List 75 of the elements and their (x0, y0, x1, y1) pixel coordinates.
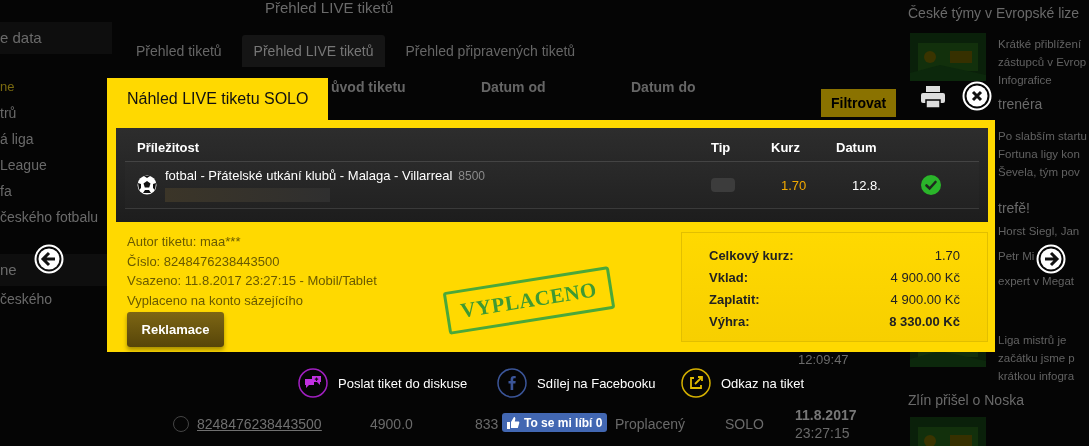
summary-label: Výhra: (709, 313, 750, 331)
thumbs-up-icon (506, 415, 520, 430)
share-link[interactable]: Sdílej na Facebooku (537, 375, 656, 391)
tab[interactable]: Přehled LIVE tiketů (241, 35, 386, 67)
summary-value: 1.70 (934, 247, 960, 265)
ticket-info: Vyplaceno na konto sázejícího (127, 291, 303, 310)
article-text: Infografice (998, 74, 1052, 86)
tab[interactable]: Přehled tiketů (124, 35, 234, 67)
ticket-time: 23:27:15 (795, 424, 851, 442)
ticket-link[interactable]: 8248476238443500 (197, 416, 322, 432)
filter-label: ůvod tiketu (331, 79, 406, 95)
ticket-time: 12:09:47 (798, 352, 849, 367)
table-cell: SOLO (725, 416, 764, 432)
sidebar-item[interactable]: českého (0, 286, 53, 312)
sidebar-item[interactable]: fa (0, 178, 12, 204)
article-heading[interactable]: trenéra (998, 96, 1043, 112)
column-header: Příležitost (137, 140, 200, 155)
article-heading[interactable]: trefě! (998, 200, 1030, 216)
ticket-info: Číslo: 8248476238443500 (127, 252, 280, 271)
summary-value: 8 330.00 Kč (889, 313, 960, 331)
sidebar-item[interactable]: ne (0, 74, 15, 100)
redacted-bar (711, 178, 735, 192)
article-heading[interactable]: České týmy v Evropské lize (908, 5, 1080, 21)
article-text: Ševela, tým pov (998, 166, 1080, 178)
ticket-info: Vsazeno: 11.8.2017 23:27:15 - Mobil/Tablet (127, 272, 377, 290)
event-name: fotbal - Přátelské utkání klubů - Malaga - Villarreal (165, 168, 453, 183)
like-button[interactable]: To se mi líbí 0 (502, 413, 608, 432)
claim-button[interactable]: Reklamace (127, 312, 224, 347)
column-header: Kurz (771, 140, 800, 155)
article-text: expert v Megat (998, 275, 1075, 287)
tab[interactable]: Přehled připravených tiketů (393, 35, 588, 67)
ticket-date: 11.8.2017 (795, 406, 857, 424)
external-link-icon[interactable] (681, 368, 711, 398)
chat-bubbles-icon[interactable] (298, 368, 328, 398)
sidebar-item[interactable]: trů (0, 100, 17, 126)
paid-stamp: VYPLACENO (442, 266, 615, 335)
modal-title: Náhled LIVE tiketu SOLO (107, 78, 328, 120)
summary-value: 4 900.00 Kč (890, 291, 960, 309)
event-date: 12.8. (852, 177, 881, 193)
article-heading[interactable]: Zlín přišel o Noska (908, 392, 1024, 408)
column-header: Datum (836, 140, 877, 155)
summary-value: 4 900.00 Kč (890, 269, 960, 287)
column-header: Tip (711, 140, 731, 155)
filter-label: Datum do (631, 79, 696, 95)
article-text: Petr Mi (998, 250, 1035, 262)
table-cell: 4900.0 (370, 416, 413, 432)
event-code: 8500 (458, 169, 486, 183)
article-text: zástupců v Evrop (998, 56, 1087, 68)
sidebar-item[interactable]: á liga (0, 126, 34, 152)
article-text: Krátké přiblížení (998, 38, 1082, 50)
table-cell: 833 (475, 416, 499, 432)
article-text: Fortuna ligy kon (998, 148, 1080, 160)
summary-label: Vklad: (709, 269, 748, 287)
article-text: začátku jsme p (998, 352, 1075, 364)
summary-label: Zaplatit: (709, 291, 760, 309)
article-text: Po slabším startu (998, 130, 1087, 142)
football-icon (137, 175, 157, 195)
close-icon[interactable] (962, 81, 992, 111)
print-icon[interactable] (921, 86, 945, 108)
article-text: krátkou infogra (998, 370, 1075, 382)
share-link[interactable]: Odkaz na tiket (721, 375, 805, 391)
sidebar-item[interactable]: League (0, 152, 47, 178)
sidebar-item[interactable]: českého fotbalu (0, 204, 99, 230)
filter-button[interactable]: Filtrovat (821, 89, 897, 117)
share-link[interactable]: Poslat tiket do diskuse (338, 375, 468, 391)
ticket-info: Autor tiketu: maa*** (127, 233, 241, 251)
summary-label: Celkový kurz: (709, 247, 794, 265)
sidebar-item[interactable]: ne (0, 254, 17, 286)
facebook-icon[interactable] (497, 368, 527, 398)
article-text: Horst Siegl, Jan (998, 225, 1080, 237)
breadcrumb-item[interactable]: Přehled LIVE tiketů (265, 0, 394, 16)
table-cell: Proplacený (615, 416, 686, 432)
odds-value: 1.70 (781, 177, 807, 193)
article-text: Liga mistrů je (998, 334, 1067, 346)
filter-label: Datum od (481, 79, 546, 95)
